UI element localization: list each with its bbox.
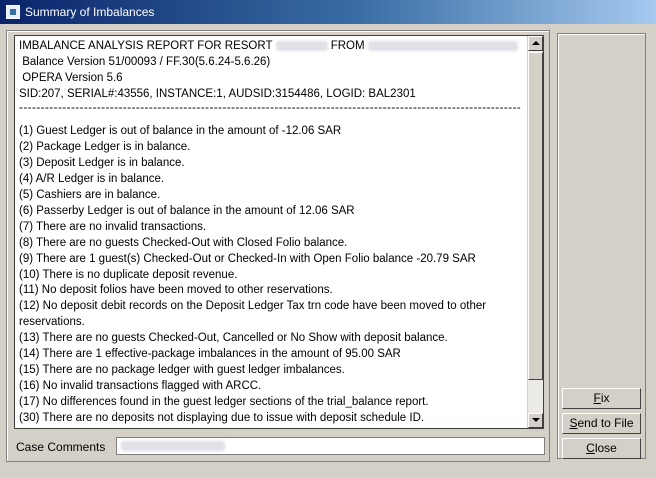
send-to-file-button[interactable]: Send to File — [562, 413, 641, 434]
report-line: (10) There is no duplicate deposit reven… — [19, 268, 238, 281]
close-button[interactable]: Close — [562, 438, 641, 459]
scroll-up-button[interactable] — [528, 36, 543, 51]
fix-button[interactable]: Fix — [562, 388, 641, 409]
session-info: SID:207, SERIAL#:43556, INSTANCE:1, AUDS… — [19, 87, 416, 100]
report-line: (5) Cashiers are in balance. — [19, 189, 161, 202]
case-comments-input[interactable] — [116, 437, 545, 455]
scroll-down-button[interactable] — [528, 413, 543, 428]
report-content: IMBALANCE ANALYSIS REPORT FOR RESORT FRO… — [19, 39, 527, 427]
redacted-case-comment — [121, 441, 225, 451]
report-line: (16) No invalid transactions flagged wit… — [19, 379, 262, 392]
redacted-date-range — [367, 40, 518, 51]
report-header: IMBALANCE ANALYSIS REPORT FOR RESORT FRO… — [19, 39, 527, 55]
window-title: Summary of Imbalances — [25, 5, 155, 19]
report-line: (4) A/R Ledger is in balance. — [19, 173, 165, 186]
report-line: (8) There are no guests Checked-Out with… — [19, 236, 348, 249]
report-line: (14) There are 1 effective-package imbal… — [19, 348, 401, 361]
report-lines: (1) Guest Ledger is out of balance in th… — [19, 124, 527, 426]
report-line: (6) Passerby Ledger is out of balance in… — [19, 204, 355, 217]
vertical-scrollbar[interactable] — [527, 36, 543, 428]
title-bar[interactable]: Summary of Imbalances — [0, 0, 656, 24]
balance-version: Balance Version 51/00093 / FF.30(5.6.24-… — [22, 55, 271, 68]
opera-version: OPERA Version 5.6 — [22, 71, 123, 84]
case-comments-label: Case Comments — [16, 440, 106, 454]
report-line: (3) Deposit Ledger is in balance. — [19, 157, 185, 170]
report-line: (1) Guest Ledger is out of balance in th… — [19, 125, 342, 138]
report-line: (13) There are no guests Checked-Out, Ca… — [19, 332, 448, 345]
redacted-resort — [275, 40, 328, 51]
app-icon — [6, 5, 20, 19]
scroll-thumb[interactable] — [528, 52, 543, 380]
report-line: (17) No differences found in the guest l… — [19, 395, 429, 408]
report-line: (11) No deposit folios have been moved t… — [19, 284, 333, 297]
report-line: (15) There are no package ledger with gu… — [19, 364, 345, 376]
arrow-up-icon — [532, 41, 540, 45]
report-text-area[interactable]: IMBALANCE ANALYSIS REPORT FOR RESORT FRO… — [14, 35, 544, 429]
arrow-down-icon — [532, 418, 540, 422]
report-line: (2) Package Ledger is in balance. — [19, 141, 191, 154]
report-line: (9) There are 1 guest(s) Checked-Out or … — [19, 252, 476, 265]
report-separator: ----------------------------------------… — [19, 102, 522, 114]
report-line: (7) There are no invalid transactions. — [19, 220, 207, 233]
report-line: (12) No deposit debit records on the Dep… — [19, 300, 487, 329]
report-line: (30) There are no deposits not displayin… — [19, 411, 425, 424]
